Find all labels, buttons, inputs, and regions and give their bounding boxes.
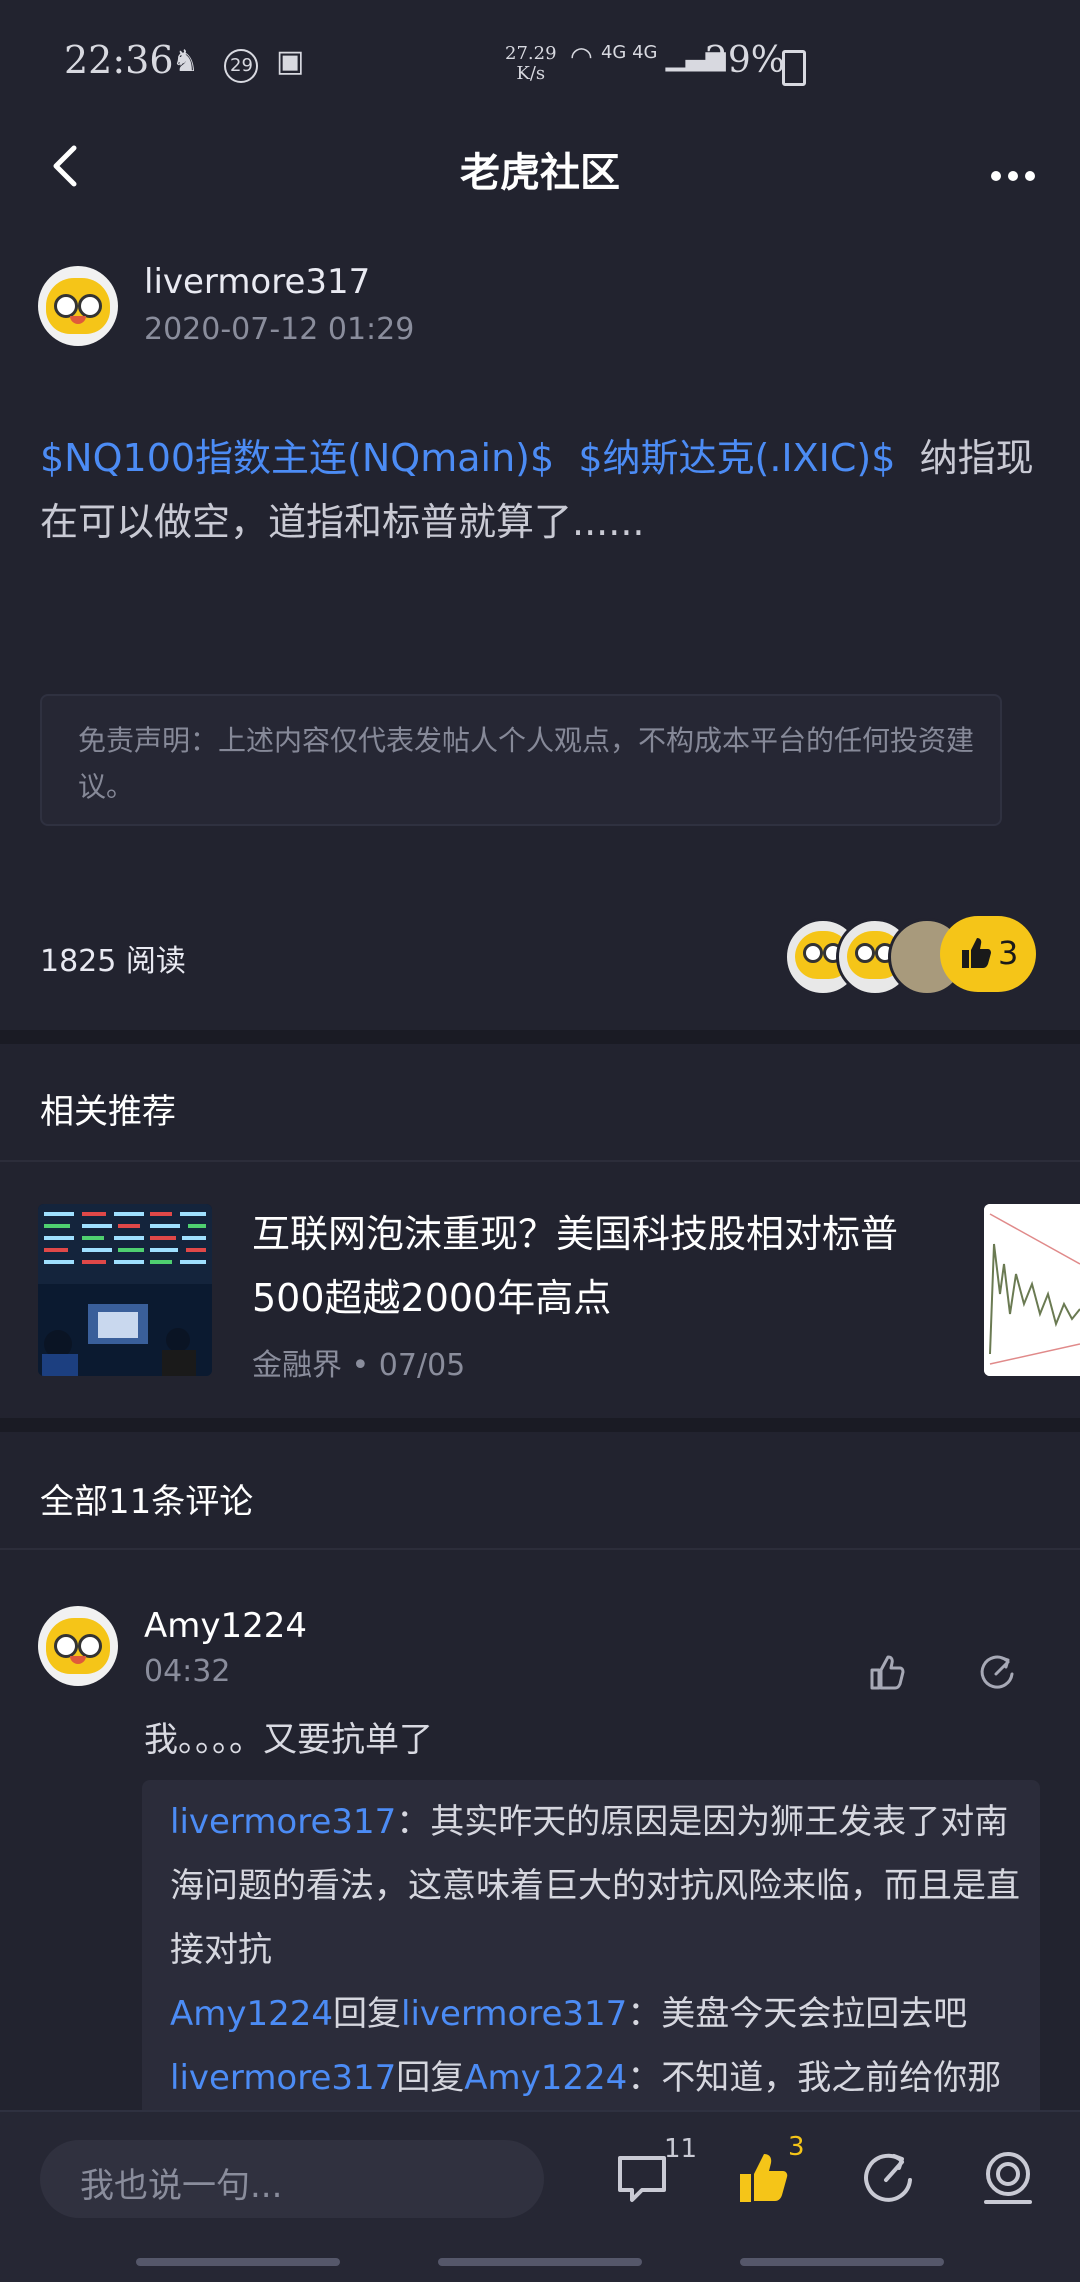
reply-word: 回复 — [333, 1994, 402, 2034]
net-speed: 27.29 K/s — [505, 44, 557, 84]
app-notif-icon: ♞ — [172, 44, 207, 79]
reply-user[interactable]: livermore317 — [170, 2058, 396, 2098]
battery-percent: 29% — [705, 40, 786, 81]
tiger-avatar-icon — [46, 278, 110, 334]
reward-icon[interactable] — [978, 2148, 1038, 2208]
nav-gesture-bar — [740, 2258, 944, 2266]
reply-item: Amy1224回复livermore317：美盘今天会拉回去吧 — [170, 1982, 1020, 2046]
divider — [0, 1548, 1080, 1550]
net-speed-unit: K/s — [516, 63, 546, 84]
notification-icons: ♞ 29 ▣ — [172, 44, 312, 83]
gallery-icon: ▣ — [276, 44, 313, 79]
comment-input-placeholder: 我也说一句... — [80, 2166, 283, 2206]
wifi-icon: ◠ — [570, 42, 593, 72]
stock-tag-ixic[interactable]: $纳斯达克(.IXIC)$ — [578, 436, 895, 480]
stock-tag-nq100[interactable]: $NQ100指数主连(NQmain)$ — [40, 436, 554, 480]
author-avatar[interactable] — [38, 266, 118, 346]
battery-icon — [782, 50, 806, 86]
comments-section-title: 全部11条评论 — [40, 1482, 254, 1522]
recommend-thumbnail-2[interactable] — [984, 1204, 1080, 1376]
recommend-title[interactable]: 互联网泡沫重现？美国科技股相对标普500超越2000年高点 — [252, 1202, 932, 1330]
comment-count-badge: 11 — [664, 2134, 698, 2164]
thumbs-up-icon — [962, 938, 991, 968]
post-datetime: 2020-07-12 01:29 — [144, 312, 415, 347]
network-type: 4G 4G — [600, 42, 658, 63]
divider — [0, 1160, 1080, 1162]
comment-share-icon[interactable] — [978, 1652, 1018, 1692]
reply-target[interactable]: Amy1224 — [464, 2058, 627, 2098]
meta-separator: • — [351, 1348, 370, 1383]
like-count-badge: 3 — [788, 2132, 805, 2162]
reply-user[interactable]: livermore317 — [170, 1802, 396, 1842]
recommend-date: 07/05 — [378, 1348, 466, 1383]
recommend-meta: 金融界 • 07/05 — [252, 1340, 465, 1384]
nav-gesture-bar — [438, 2258, 642, 2266]
recommend-thumbnail[interactable] — [38, 1204, 212, 1376]
recommend-section-title: 相关推荐 — [40, 1092, 176, 1132]
status-time: 22:36 — [64, 38, 174, 82]
like-icon[interactable] — [736, 2148, 796, 2208]
net-speed-value: 27.29 — [505, 43, 557, 64]
comment-input[interactable]: 我也说一句... — [40, 2140, 544, 2218]
comment-text: 我。。。。又要抗单了 — [144, 1720, 433, 1760]
notif-count-badge: 29 — [224, 49, 259, 83]
bottom-action-bar: 我也说一句... 11 3 — [0, 2110, 1080, 2282]
disclaimer-text: 免责声明：上述内容仅代表发帖人个人观点，不构成本平台的任何投资建议。 — [78, 724, 975, 803]
status-bar: 22:36 ♞ 29 ▣ 27.29 K/s ◠ 4G 4G ▁▃▅ 29% — [0, 0, 1080, 130]
reply-thread[interactable]: livermore317：其实昨天的原因是因为狮王发表了对南海问题的看法，这意味… — [142, 1780, 1040, 2120]
reply-text: ：不知道，我之前给你那 — [627, 2058, 1002, 2098]
recommend-source: 金融界 — [252, 1348, 342, 1383]
wifi-signal-icon: ◠ 4G 4G ▁▃▅ — [570, 42, 726, 72]
read-count: 1825 阅读 — [40, 944, 186, 979]
chart-thumbnail-image — [984, 1204, 1080, 1376]
reply-target[interactable]: livermore317 — [401, 1994, 627, 2034]
tiger-avatar-icon — [46, 1618, 110, 1674]
commenter-name[interactable]: Amy1224 — [144, 1606, 307, 1646]
reply-item: livermore317回复Amy1224：不知道，我之前给你那 — [170, 2046, 1020, 2110]
page-title: 老虎社区 — [460, 150, 620, 196]
share-icon[interactable] — [858, 2148, 918, 2208]
like-count-pill[interactable]: 3 — [940, 916, 1036, 992]
disclaimer-box: 免责声明：上述内容仅代表发帖人个人观点，不构成本平台的任何投资建议。 — [40, 694, 1002, 826]
reply-item: livermore317：其实昨天的原因是因为狮王发表了对南海问题的看法，这意味… — [170, 1790, 1020, 1982]
author-name[interactable]: livermore317 — [144, 262, 370, 302]
commenter-avatar[interactable] — [38, 1606, 118, 1686]
more-options-icon[interactable] — [990, 150, 1036, 196]
nav-gesture-bar — [136, 2258, 340, 2266]
reply-word: 回复 — [396, 2058, 465, 2098]
comment-like-icon[interactable] — [868, 1652, 908, 1692]
like-count: 3 — [998, 934, 1019, 972]
liker-avatars[interactable]: 3 — [784, 914, 1036, 996]
section-divider — [0, 1418, 1080, 1432]
stock-board-image — [38, 1204, 212, 1376]
post-content: $NQ100指数主连(NQmain)$ $纳斯达克(.IXIC)$ 纳指现在可以… — [40, 426, 1040, 554]
reply-text: ：美盘今天会拉回去吧 — [627, 1994, 968, 2034]
reply-user[interactable]: Amy1224 — [170, 1994, 333, 2034]
section-divider — [0, 1030, 1080, 1044]
comment-time: 04:32 — [144, 1654, 231, 1689]
